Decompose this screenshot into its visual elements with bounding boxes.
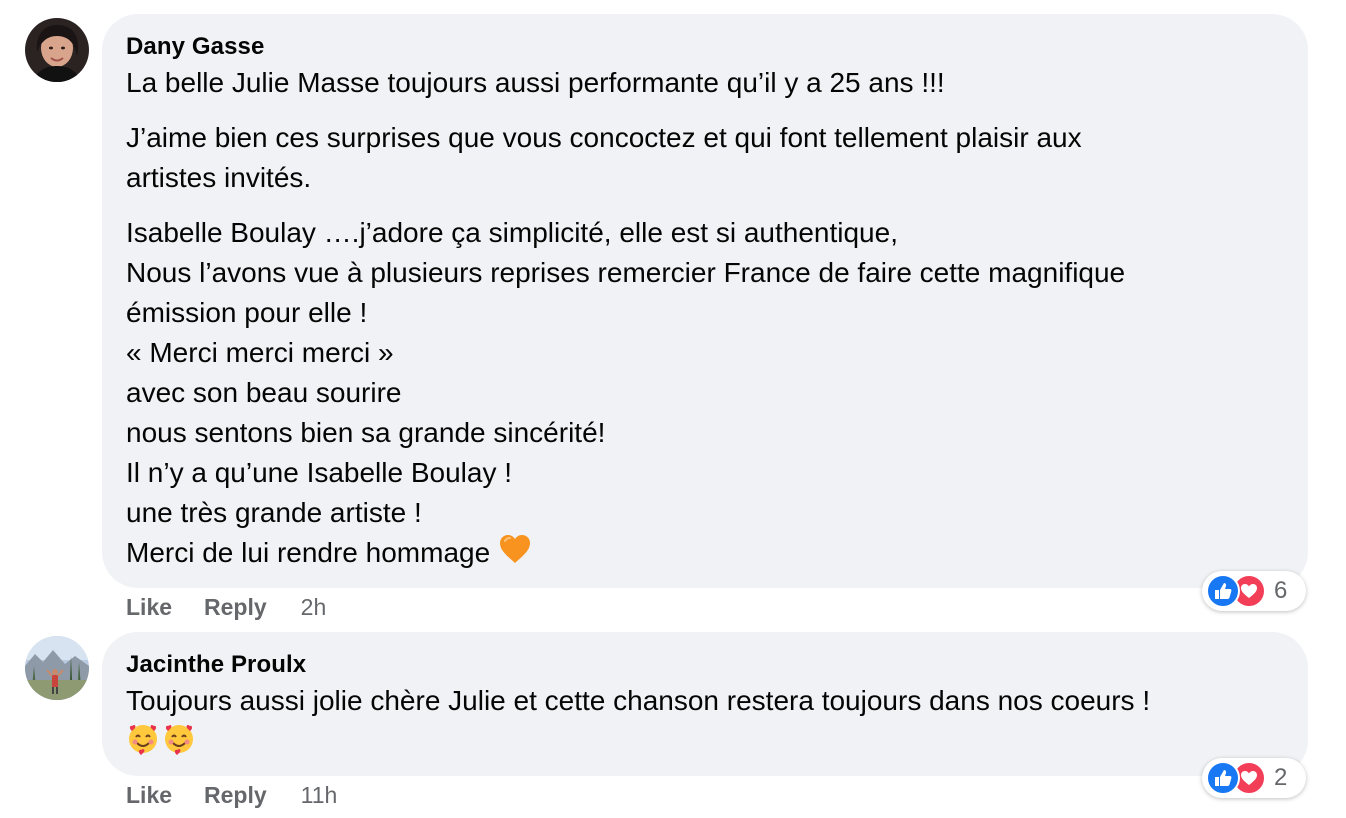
comment-actions: Like Reply 11h (126, 782, 337, 809)
comment-paragraph: Isabelle Boulay ….j’adore ça simplicité,… (126, 213, 1268, 576)
comment-bubble: Jacinthe Proulx Toujours aussi jolie chè… (102, 632, 1308, 776)
comment-line: nous sentons bien sa grande sincérité! (126, 417, 606, 448)
comment-actions: Like Reply 2h (126, 594, 326, 621)
comment-line-text: Merci de lui rendre hommage (126, 537, 491, 568)
comment-line: Toujours aussi jolie chère Julie et cett… (126, 685, 1151, 716)
avatar[interactable] (25, 18, 89, 82)
comment-line: avec son beau sourire (126, 377, 402, 408)
like-reaction-icon (1206, 761, 1240, 795)
comment-text: La belle Julie Masse toujours aussi perf… (126, 63, 1268, 576)
previous-comment-cutoff (0, 0, 1346, 4)
reaction-count: 2 (1274, 764, 1288, 791)
comment-timestamp[interactable]: 11h (301, 782, 338, 809)
comment-text: Toujours aussi jolie chère Julie et cett… (126, 681, 1268, 761)
comment-paragraph: Toujours aussi jolie chère Julie et cett… (126, 681, 1268, 761)
comment-line: « Merci merci merci » (126, 337, 394, 368)
comment-line: artistes invités. (126, 162, 312, 193)
like-button[interactable]: Like (126, 782, 172, 809)
avatar[interactable] (25, 636, 89, 700)
comment-paragraph: J’aime bien ces surprises que vous conco… (126, 118, 1268, 198)
like-reaction-icon (1206, 574, 1240, 608)
comment-bubble: Dany Gasse La belle Julie Masse toujours… (102, 14, 1308, 588)
comment-line: Isabelle Boulay ….j’adore ça simplicité,… (126, 217, 898, 248)
smiling-face-with-hearts-emoji (126, 721, 160, 766)
comment-line: J’aime bien ces surprises que vous conco… (126, 122, 1082, 153)
avatar-dany-gasse-image (25, 18, 89, 82)
comment-line: une très grande artiste ! (126, 497, 422, 528)
reply-button[interactable]: Reply (204, 782, 267, 809)
avatar-jacinthe-proulx-image (25, 636, 89, 700)
smiling-face-with-hearts-emoji (162, 721, 196, 766)
comment-timestamp[interactable]: 2h (301, 594, 327, 621)
comment-line: Nous l’avons vue à plusieurs reprises re… (126, 257, 1126, 288)
comment-paragraph: La belle Julie Masse toujours aussi perf… (126, 63, 1268, 103)
reactions-summary[interactable]: 2 (1202, 758, 1306, 798)
comment-line-last: Merci de lui rendre hommage (126, 533, 1268, 576)
reaction-count: 6 (1274, 577, 1288, 604)
comment-author[interactable]: Jacinthe Proulx (126, 651, 306, 679)
reactions-summary[interactable]: 6 (1202, 571, 1306, 611)
comment-line: La belle Julie Masse toujours aussi perf… (126, 67, 945, 98)
comment-author[interactable]: Dany Gasse (126, 33, 264, 61)
comment-line: émission pour elle ! (126, 297, 368, 328)
emoji-line (126, 721, 1268, 761)
orange-heart-emoji (498, 533, 532, 576)
like-button[interactable]: Like (126, 594, 172, 621)
reply-button[interactable]: Reply (204, 594, 267, 621)
comment-line: Il n’y a qu’une Isabelle Boulay ! (126, 457, 513, 488)
